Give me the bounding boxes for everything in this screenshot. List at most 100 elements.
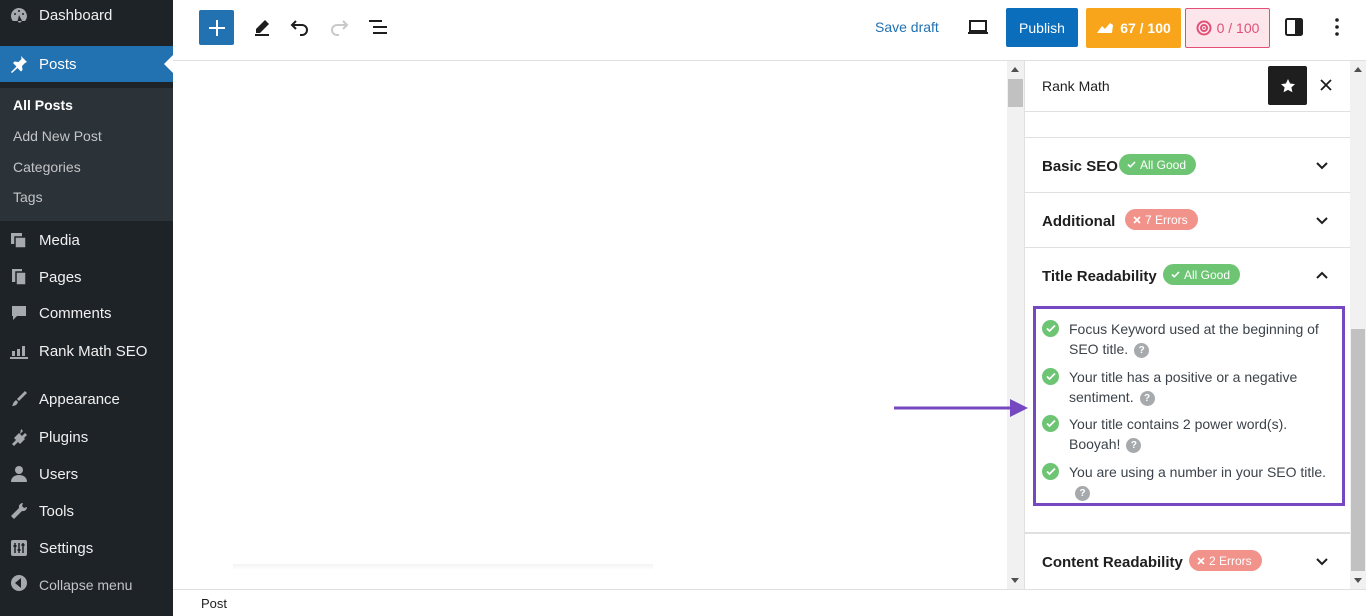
canvas-scrollbar[interactable] bbox=[1007, 61, 1024, 589]
collapse-menu-button[interactable]: Collapse menu bbox=[0, 568, 173, 602]
media-icon bbox=[9, 230, 29, 250]
comment-icon bbox=[9, 303, 29, 323]
help-icon[interactable]: ? bbox=[1134, 342, 1150, 358]
sidebar-icon bbox=[1285, 18, 1303, 36]
chevron-down-icon[interactable] bbox=[1315, 214, 1329, 228]
undo-button[interactable] bbox=[287, 14, 313, 40]
publish-button[interactable]: Publish bbox=[1006, 8, 1078, 47]
check-icon bbox=[1127, 161, 1136, 168]
rank-math-panel: Rank Math Basic SEO All Good Additional bbox=[1024, 61, 1351, 589]
list-view-icon bbox=[369, 20, 387, 34]
panel-tabs-spacer bbox=[1025, 112, 1351, 138]
seo-score-button[interactable]: 67 / 100 bbox=[1086, 8, 1181, 48]
section-additional[interactable]: Additional 7 Errors bbox=[1025, 193, 1351, 248]
chevron-down-icon[interactable] bbox=[1315, 555, 1329, 569]
add-block-button[interactable] bbox=[199, 10, 234, 45]
scroll-down-arrow[interactable] bbox=[1011, 578, 1019, 583]
panel-header: Rank Math bbox=[1025, 61, 1351, 112]
menu-item-rank-math-seo[interactable]: Rank Math SEO bbox=[0, 333, 173, 369]
collapse-label: Collapse menu bbox=[39, 577, 133, 593]
options-menu-button[interactable] bbox=[1324, 14, 1350, 40]
seo-score-value: 67 / 100 bbox=[1120, 20, 1171, 36]
menu-label: Rank Math SEO bbox=[39, 342, 148, 360]
section-content-readability[interactable]: Content Readability 2 Errors bbox=[1025, 533, 1351, 589]
scroll-down-arrow[interactable] bbox=[1354, 578, 1362, 583]
menu-item-pages[interactable]: Pages bbox=[0, 259, 173, 295]
editor-screen: Dashboard Posts All Posts Add New Post C… bbox=[0, 0, 1366, 616]
chevron-up-icon[interactable] bbox=[1315, 268, 1329, 282]
undo-icon bbox=[290, 20, 308, 36]
preview-button[interactable] bbox=[965, 14, 991, 40]
star-icon bbox=[1280, 78, 1295, 92]
menu-item-plugins[interactable]: Plugins bbox=[0, 419, 173, 455]
plugin-icon bbox=[9, 427, 29, 447]
check-circle-icon bbox=[1042, 463, 1059, 480]
settings-sidebar-toggle[interactable] bbox=[1281, 14, 1307, 40]
plus-icon bbox=[208, 19, 225, 36]
content-score-button[interactable]: 0 / 100 bbox=[1185, 8, 1270, 48]
section-title: Title Readability bbox=[1042, 268, 1157, 285]
active-indicator bbox=[164, 55, 173, 73]
section-title: Basic SEO bbox=[1042, 158, 1118, 175]
panel-scrollbar[interactable] bbox=[1350, 61, 1366, 589]
scrollbar-thumb[interactable] bbox=[1351, 329, 1365, 571]
section-title: Additional bbox=[1042, 213, 1116, 230]
save-draft-button[interactable]: Save draft bbox=[875, 19, 939, 35]
menu-item-users[interactable]: Users bbox=[0, 456, 173, 492]
help-icon[interactable]: ? bbox=[1075, 485, 1090, 501]
breadcrumb[interactable]: Post bbox=[201, 596, 227, 611]
menu-item-comments[interactable]: Comments bbox=[0, 295, 173, 331]
check-icon bbox=[1171, 271, 1180, 278]
submenu-categories[interactable]: Categories bbox=[13, 159, 81, 175]
rank-math-icon bbox=[9, 341, 29, 361]
check-circle-icon bbox=[1042, 415, 1059, 432]
submenu-add-new-post[interactable]: Add New Post bbox=[13, 128, 102, 144]
desktop-preview-icon bbox=[968, 20, 988, 34]
menu-label: Dashboard bbox=[39, 6, 113, 24]
tools-pencil-button[interactable] bbox=[249, 14, 275, 40]
check-text: Your title contains 2 power word(s). Boo… bbox=[1069, 416, 1288, 452]
menu-label: Users bbox=[39, 465, 79, 483]
scrollbar-thumb[interactable] bbox=[1008, 79, 1023, 107]
menu-item-dashboard[interactable]: Dashboard bbox=[0, 0, 173, 33]
status-badge: All Good bbox=[1163, 264, 1241, 285]
pin-favorite-button[interactable] bbox=[1268, 66, 1307, 105]
badge-label: All Good bbox=[1140, 157, 1187, 172]
redo-button[interactable] bbox=[326, 14, 352, 40]
section-basic-seo[interactable]: Basic SEO All Good bbox=[1025, 138, 1351, 193]
status-badge: All Good bbox=[1119, 154, 1197, 175]
close-panel-button[interactable] bbox=[1315, 74, 1337, 96]
menu-item-appearance[interactable]: Appearance bbox=[0, 381, 173, 417]
submenu-tags[interactable]: Tags bbox=[13, 189, 43, 205]
admin-sidebar: Dashboard Posts All Posts Add New Post C… bbox=[0, 0, 173, 616]
badge-label: 7 Errors bbox=[1145, 212, 1188, 227]
help-icon[interactable]: ? bbox=[1126, 437, 1142, 453]
submenu-all-posts[interactable]: All Posts bbox=[13, 97, 73, 113]
close-icon bbox=[1320, 79, 1332, 91]
help-icon[interactable]: ? bbox=[1139, 390, 1155, 406]
x-icon bbox=[1197, 556, 1205, 565]
user-icon bbox=[9, 464, 29, 484]
dashboard-icon bbox=[9, 5, 29, 25]
redo-icon bbox=[331, 20, 349, 36]
scroll-up-arrow[interactable] bbox=[1011, 67, 1019, 72]
content-ai-icon bbox=[1196, 20, 1212, 36]
pages-icon bbox=[9, 267, 29, 287]
menu-item-media[interactable]: Media bbox=[0, 222, 173, 258]
badge-label: All Good bbox=[1184, 267, 1231, 282]
scroll-up-arrow[interactable] bbox=[1354, 67, 1362, 72]
chevron-down-icon[interactable] bbox=[1315, 159, 1329, 173]
editor-canvas[interactable] bbox=[173, 61, 1007, 589]
highlighted-checks-box: Focus Keyword used at the beginning of S… bbox=[1033, 306, 1345, 506]
section-title: Content Readability bbox=[1042, 554, 1183, 571]
menu-item-posts[interactable]: Posts bbox=[0, 46, 173, 82]
panel-title: Rank Math bbox=[1042, 78, 1110, 94]
menu-item-settings[interactable]: Settings bbox=[0, 530, 173, 566]
menu-label: Posts bbox=[39, 55, 77, 73]
document-overview-button[interactable] bbox=[365, 14, 391, 40]
content-score-value: 0 / 100 bbox=[1216, 20, 1260, 36]
menu-item-tools[interactable]: Tools bbox=[0, 493, 173, 529]
menu-label: Plugins bbox=[39, 428, 89, 446]
menu-label: Tools bbox=[39, 502, 75, 520]
menu-label: Pages bbox=[39, 268, 82, 286]
